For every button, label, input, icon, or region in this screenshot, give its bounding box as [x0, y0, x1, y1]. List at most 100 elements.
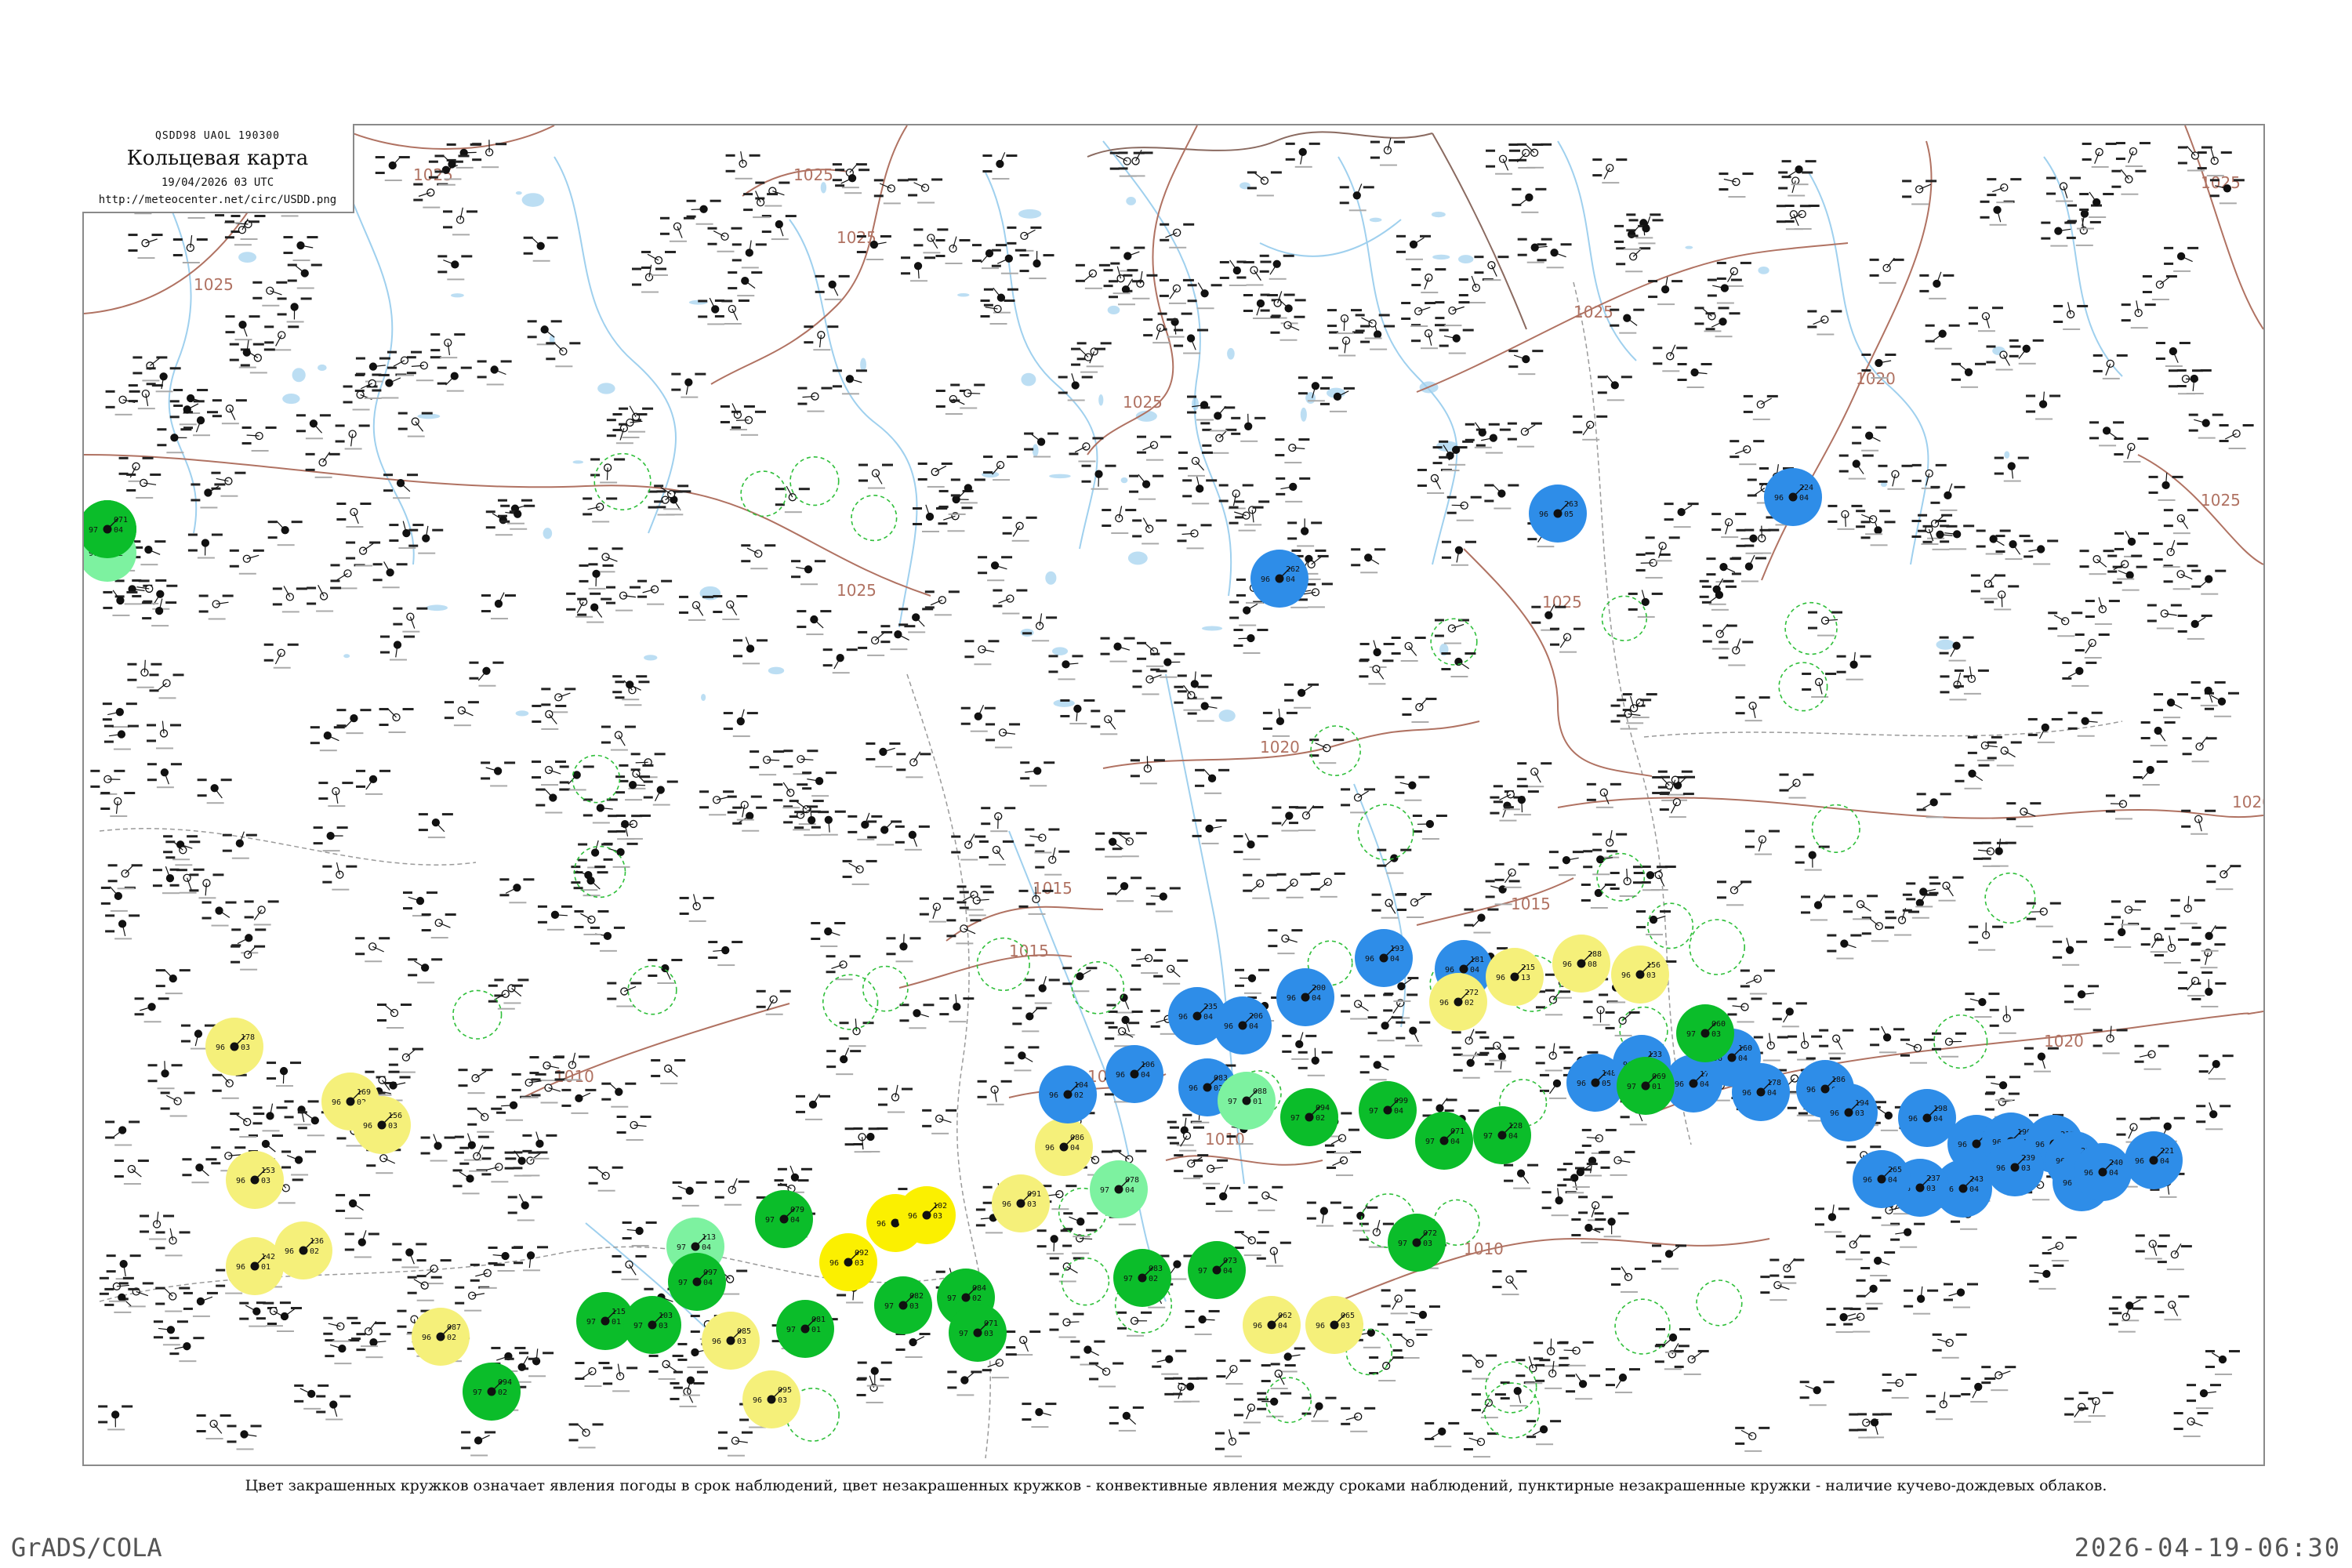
weather-station-s70[interactable]: 062 04 96	[1243, 1296, 1301, 1354]
weather-station-s69[interactable]: 072 03 97	[1388, 1214, 1446, 1272]
lake	[1192, 397, 1199, 411]
station-plot	[717, 1431, 753, 1457]
weather-station-s63[interactable]: 272 02 96	[1429, 973, 1487, 1031]
station-plot	[160, 1091, 195, 1117]
station-pressure: 078	[1125, 1176, 1139, 1185]
river-5	[1102, 140, 1232, 597]
station-plot	[1504, 1163, 1539, 1189]
station-plot	[964, 640, 1000, 666]
station-plot	[1836, 652, 1871, 681]
station-pressure: 128	[1508, 1122, 1523, 1131]
weather-station-s34[interactable]: 071 04 97	[1415, 1112, 1473, 1170]
station-plot	[252, 1103, 288, 1132]
weather-station-s8[interactable]: 13602 96	[274, 1221, 332, 1279]
weather-station-s24[interactable]: 071 03 97	[949, 1304, 1007, 1362]
weather-station-s50[interactable]: 240 04 96	[2074, 1143, 2132, 1201]
weather-station-s61[interactable]: 193 04 96	[1355, 929, 1413, 987]
map-url[interactable]: http://meteocenter.net/circ/USDD.png	[82, 194, 353, 206]
weather-station-s66[interactable]: 15603 96	[1611, 946, 1669, 1004]
weather-station-s29[interactable]: 10402 96	[1039, 1065, 1097, 1123]
weather-station-s64[interactable]: 215 13 96	[1486, 948, 1544, 1006]
station-tendency: 03	[909, 1302, 919, 1311]
weather-station-s59[interactable]: 20604 96	[1214, 996, 1272, 1054]
weather-station-s54[interactable]: 265 04 96	[1853, 1150, 1911, 1208]
station-plot	[728, 271, 763, 297]
station-plot	[880, 625, 916, 651]
weather-station-s35[interactable]: 12804 97	[1473, 1106, 1531, 1164]
station-plot	[632, 264, 667, 293]
isobar-label: 1025	[793, 165, 833, 184]
weather-station-s9[interactable]: 087 02 96	[412, 1308, 470, 1366]
station-plot	[797, 610, 832, 636]
station-plot	[1535, 1360, 1570, 1389]
weather-station-s22[interactable]: 08203 97	[874, 1276, 932, 1334]
station-plot	[535, 788, 571, 814]
station-plot	[773, 782, 808, 809]
map-header: QSDD98 UAOL 190300 Кольцевая карта 19/04…	[82, 124, 354, 213]
weather-station-s10[interactable]: 09402 97	[463, 1363, 521, 1421]
station-tendency: 03	[984, 1330, 993, 1338]
weather-station-s25[interactable]: 09103 96	[992, 1174, 1050, 1232]
weather-station-s48[interactable]: 22104 96	[2125, 1131, 2183, 1189]
station-plot	[1049, 1312, 1084, 1338]
weather-station-s14[interactable]: 097 04 97	[668, 1253, 726, 1311]
weather-station-s15[interactable]: 085 03 96	[702, 1312, 760, 1370]
weather-station-s19[interactable]: 09203 96	[819, 1233, 877, 1291]
station-plot	[1486, 149, 1521, 175]
weather-station-s42[interactable]: 19403 96	[1820, 1083, 1878, 1142]
station-plot	[1648, 277, 1683, 306]
station-tendency: 04	[1141, 1071, 1150, 1080]
weather-station-s5[interactable]: 156 03 96	[353, 1096, 411, 1154]
weather-station-s72[interactable]: 073 04 97	[1188, 1241, 1246, 1299]
cb-ring	[740, 470, 787, 517]
weather-station-s73[interactable]: 083 02 97	[1113, 1249, 1171, 1307]
weather-station-s43[interactable]: 198 04 96	[1898, 1089, 1956, 1147]
station-plot	[1262, 708, 1298, 737]
isobar-line	[1416, 242, 1849, 393]
station-plot	[588, 1166, 623, 1192]
station-plot	[100, 792, 136, 818]
weather-station-s68[interactable]: 069 01 97	[1617, 1057, 1675, 1115]
station-dewpoint: 96	[1287, 994, 1296, 1003]
weather-station-s17[interactable]: 09503 96	[742, 1370, 800, 1428]
station-pressure: 097	[703, 1269, 717, 1277]
weather-station-s60[interactable]: 20004 96	[1276, 968, 1334, 1026]
weather-station-s18[interactable]: 081 01 97	[776, 1300, 834, 1358]
weather-station-s51[interactable]: 23903 96	[1986, 1138, 2044, 1196]
station-dewpoint: 97	[959, 1330, 968, 1338]
weather-station-s40[interactable]: 178 04 96	[1732, 1063, 1790, 1121]
weather-station-s26[interactable]: 07804 97	[1090, 1160, 1148, 1218]
weather-station-s3[interactable]: 178 03 96	[205, 1018, 263, 1076]
weather-station-s27[interactable]: 086 04 96	[1035, 1118, 1093, 1176]
station-plot	[134, 997, 169, 1023]
station-plot	[714, 1178, 750, 1206]
border-4	[99, 828, 477, 866]
weather-station-s28[interactable]: 106 04 96	[1105, 1045, 1163, 1103]
weather-station-s6[interactable]: 153 03 96	[226, 1151, 284, 1209]
weather-station-s21[interactable]: 102 03 96	[898, 1186, 956, 1244]
station-plot	[1980, 200, 2015, 226]
weather-station-s12[interactable]: 103 03 97	[623, 1296, 681, 1354]
station-plot	[1019, 251, 1054, 280]
station-dewpoint: 96	[236, 1177, 245, 1185]
weather-station-s33[interactable]: 099 04 97	[1359, 1081, 1417, 1139]
weather-station-s16[interactable]: 079 04 97	[755, 1190, 813, 1248]
weather-station-s71[interactable]: 065 03 96	[1305, 1296, 1363, 1354]
station-plot	[743, 191, 779, 219]
weather-station-s55[interactable]: 26204 96	[1250, 550, 1308, 608]
weather-station-s56[interactable]: 26305 96	[1529, 485, 1587, 543]
station-plot	[1719, 638, 1754, 666]
weather-station-s31[interactable]: 088 01 97	[1218, 1072, 1276, 1130]
weather-station-s57[interactable]: 224 04 96	[1764, 468, 1822, 526]
weather-station-s65[interactable]: 28808 96	[1552, 935, 1610, 993]
station-plot	[2026, 902, 2061, 927]
station-tendency: 02	[310, 1247, 319, 1256]
station-plot	[713, 594, 748, 620]
station-plot	[1727, 997, 1762, 1023]
station-plot	[1185, 1309, 1220, 1335]
station-plot	[1706, 557, 1741, 583]
weather-station-s67[interactable]: 06003 97	[1676, 1004, 1734, 1062]
weather-station-s32[interactable]: 094 02 97	[1280, 1088, 1338, 1146]
station-plot	[899, 1004, 935, 1029]
station-plot	[603, 842, 638, 868]
